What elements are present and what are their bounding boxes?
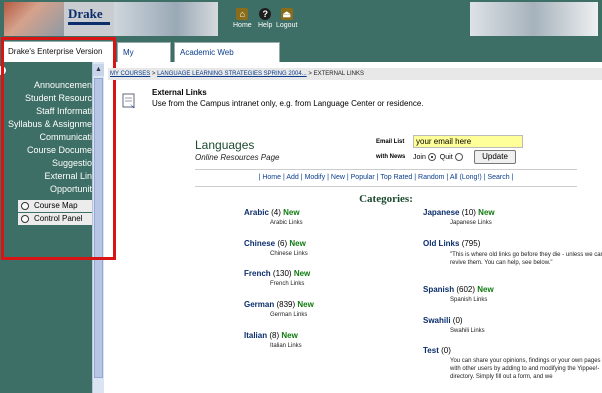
- category-japanese[interactable]: Japanese (10) New: [423, 208, 495, 217]
- join-quit-radio-group: Join Quit: [413, 153, 465, 161]
- page-description: Use from the Campus intranet only, e.g. …: [152, 99, 424, 108]
- new-badge: New: [283, 208, 300, 217]
- logo-underline: [68, 22, 110, 25]
- category-chinese[interactable]: Chinese (6) New: [244, 239, 306, 248]
- categories-title: Categories:: [359, 193, 413, 205]
- logo-text: Drake: [68, 6, 103, 21]
- category-name[interactable]: Arabic: [244, 208, 269, 217]
- help-link[interactable]: ? Help: [258, 8, 272, 29]
- category-sub: "This is where old links go before they …: [450, 252, 602, 266]
- menu-add[interactable]: Add: [286, 174, 298, 181]
- menu-divider-bottom: [195, 186, 577, 187]
- category-count: (602): [456, 285, 476, 294]
- home-icon: ⌂: [236, 8, 249, 20]
- category-count: (6): [277, 239, 288, 248]
- tab-academic-web-resources[interactable]: Academic Web Resources: [174, 42, 280, 76]
- category-count: (4): [271, 208, 281, 217]
- breadcrumb-current: EXTERNAL LINKS: [313, 71, 365, 77]
- category-count: (8): [269, 331, 280, 340]
- join-radio[interactable]: [427, 153, 436, 161]
- menu-popular[interactable]: Popular: [351, 174, 375, 181]
- category-count: (0): [452, 316, 463, 325]
- category-count: (130): [272, 269, 292, 278]
- join-label: Join: [413, 153, 426, 161]
- external-links-icon: [122, 93, 135, 108]
- logout-link[interactable]: ⏏ Logout: [276, 8, 297, 29]
- header-banner-image-right: [470, 2, 598, 36]
- category-sub: German Links: [270, 312, 308, 318]
- email-input[interactable]: [413, 135, 523, 148]
- drake-logo[interactable]: Drake: [4, 2, 114, 36]
- new-badge: New: [281, 331, 298, 340]
- page-title: External Links: [152, 88, 207, 97]
- menu-home[interactable]: Home: [262, 174, 281, 181]
- languages-subtitle: Online Resources Page: [195, 153, 280, 162]
- category-sub: French Links: [270, 281, 305, 287]
- category-name[interactable]: Spanish: [423, 285, 454, 294]
- update-button[interactable]: Update: [474, 150, 516, 164]
- category-swahili[interactable]: Swahili (0): [423, 316, 463, 325]
- category-count: (0): [441, 346, 451, 355]
- breadcrumb-separator: >: [151, 71, 156, 77]
- red-highlight-box: [1, 37, 116, 260]
- menu-random[interactable]: Random: [418, 174, 444, 181]
- category-name[interactable]: Test: [423, 346, 439, 355]
- breadcrumb: MY COURSES > LANGUAGE LEARNING STRATEGIE…: [108, 68, 602, 80]
- home-label: Home: [233, 22, 252, 29]
- category-count: (839): [276, 300, 296, 309]
- menu-divider-top: [195, 169, 577, 170]
- menu-search[interactable]: Search: [487, 174, 509, 181]
- breadcrumb-my-courses[interactable]: MY COURSES: [110, 71, 150, 77]
- logout-label: Logout: [276, 22, 298, 29]
- new-badge: New: [477, 285, 494, 294]
- languages-title: Languages: [195, 138, 255, 152]
- directory-menu: | Home | Add | Modify | New | Popular | …: [258, 174, 514, 181]
- menu-all[interactable]: All (Long!): [450, 174, 482, 181]
- category-name[interactable]: Swahili: [423, 316, 451, 325]
- category-old-links[interactable]: Old Links (795): [423, 239, 480, 248]
- new-badge: New: [478, 208, 495, 217]
- category-name[interactable]: Japanese: [423, 208, 459, 217]
- category-sub: Spanish Links: [450, 297, 488, 303]
- breadcrumb-course[interactable]: LANGUAGE LEARNING STRATEGIES SPRING 2004…: [157, 71, 307, 77]
- category-sub: Swahili Links: [450, 328, 485, 334]
- category-sub: Italian Links: [270, 343, 302, 349]
- quit-radio[interactable]: [454, 153, 463, 161]
- category-count: (795): [461, 239, 481, 248]
- app-header: Drake ⌂ Home ? Help ⏏ Logout: [0, 0, 602, 38]
- category-count: (10): [461, 208, 476, 217]
- help-label: Help: [258, 22, 273, 29]
- tab-my-courses[interactable]: My Courses: [117, 42, 171, 76]
- logout-icon: ⏏: [280, 8, 293, 20]
- new-badge: New: [289, 239, 306, 248]
- menu-new[interactable]: New: [331, 174, 345, 181]
- campus-photo: [4, 2, 64, 36]
- new-badge: New: [293, 269, 311, 278]
- menu-top-rated[interactable]: Top Rated: [380, 174, 412, 181]
- category-sub: Chinese Links: [270, 251, 308, 257]
- email-list-label: Email List: [376, 139, 405, 145]
- with-news-label: with News: [376, 154, 406, 160]
- category-name[interactable]: Italian: [244, 331, 267, 340]
- breadcrumb-separator: >: [308, 71, 312, 77]
- category-sub: Arabic Links: [270, 220, 303, 226]
- category-italian[interactable]: Italian (8) New: [244, 331, 298, 340]
- category-german[interactable]: German (839) New: [244, 300, 314, 309]
- quit-label: Quit: [439, 153, 453, 161]
- category-french[interactable]: French (130) New: [244, 269, 310, 278]
- new-badge: New: [297, 300, 314, 309]
- help-icon: ?: [259, 8, 272, 20]
- category-sub: You can share your opinions, findings or…: [450, 358, 601, 380]
- category-name[interactable]: French: [244, 269, 271, 278]
- category-sub: Japanese Links: [450, 220, 492, 226]
- category-arabic[interactable]: Arabic (4) New: [244, 208, 300, 217]
- category-test[interactable]: Test (0): [423, 346, 451, 355]
- category-name[interactable]: Chinese: [244, 239, 275, 248]
- home-link[interactable]: ⌂ Home: [233, 8, 252, 29]
- menu-modify[interactable]: Modify: [305, 174, 326, 181]
- category-name[interactable]: German: [244, 300, 274, 309]
- category-name[interactable]: Old Links: [423, 239, 459, 248]
- category-spanish[interactable]: Spanish (602) New: [423, 285, 494, 294]
- header-banner-image: [114, 2, 218, 36]
